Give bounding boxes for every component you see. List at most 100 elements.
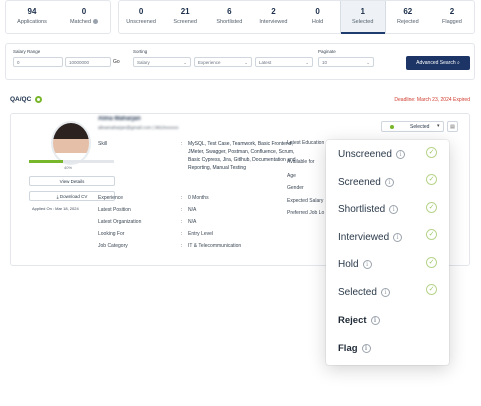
paginate-value: 10: [322, 60, 328, 65]
search-icon: ⌕: [457, 60, 460, 66]
check-circle-icon: ✓: [426, 147, 437, 158]
menu-item-label: Unscreened: [338, 149, 392, 160]
info-icon[interactable]: i: [384, 177, 394, 187]
experience-value: 0 Months: [188, 195, 209, 201]
tab-rejected[interactable]: 62 Rejected: [386, 1, 430, 33]
sorting-label: Sorting: [133, 49, 148, 54]
tab-interviewed[interactable]: 2 Interviewed: [251, 1, 295, 33]
stat-count: 6: [227, 7, 232, 16]
stat-label: Rejected: [396, 19, 419, 25]
check-circle-icon: ✓: [426, 229, 437, 240]
latest-org-label: Latest Organization: [98, 219, 142, 225]
info-icon[interactable]: i: [395, 149, 405, 159]
candidate-avatar: [51, 121, 91, 165]
separator: :: [181, 207, 183, 213]
status-value: Selected: [410, 124, 430, 130]
menu-item-unscreened[interactable]: Unscreened i: [338, 149, 405, 160]
tab-flagged[interactable]: 2 Flagged: [430, 1, 474, 33]
experience-label: Experience: [98, 195, 124, 201]
looking-for-value: Entry Level: [188, 231, 214, 237]
stat-label: Shortlisted: [216, 19, 243, 25]
info-icon[interactable]: i: [393, 232, 403, 242]
salary-max-input[interactable]: 10000000: [65, 57, 111, 67]
profile-progress-text: 40%: [64, 165, 73, 170]
active-status-icon: [35, 96, 42, 103]
info-icon[interactable]: i: [362, 259, 372, 269]
notes-icon[interactable]: ▤: [447, 121, 458, 132]
job-category-value: IT & Telecommunication: [188, 243, 242, 249]
separator: :: [181, 243, 183, 249]
menu-item-shortlisted[interactable]: Shortlisted i: [338, 204, 399, 215]
menu-item-reject[interactable]: Reject i: [338, 315, 380, 326]
info-icon[interactable]: i: [380, 287, 390, 297]
salary-min-input[interactable]: 0: [13, 57, 63, 67]
menu-item-selected[interactable]: Selected i: [338, 287, 390, 298]
sort-salary-select[interactable]: Salary ⌄: [133, 57, 191, 67]
profile-progress-bar: [29, 160, 114, 163]
profile-progress-fill: [29, 160, 63, 163]
job-title: QA/QC: [10, 96, 32, 103]
status-menu: Unscreened i ✓ Screened i ✓ Shortlisted i ✓…: [326, 140, 449, 365]
separator: :: [181, 141, 183, 147]
sort-latest-select[interactable]: Latest ⌄: [255, 57, 313, 67]
available-for-label: Available for: [287, 159, 315, 165]
menu-item-screened[interactable]: Screened i: [338, 177, 394, 188]
menu-item-interviewed[interactable]: Interviewed i: [338, 232, 403, 243]
latest-org-value: N/A: [188, 219, 197, 225]
status-dropdown-button[interactable]: Selected ▾: [381, 121, 444, 132]
separator: :: [181, 195, 183, 201]
view-details-button[interactable]: View Details: [29, 176, 115, 186]
stat-matched[interactable]: 0 Matched: [58, 1, 110, 33]
looking-for-label: Looking For: [98, 231, 125, 237]
menu-item-hold[interactable]: Hold i: [338, 259, 372, 270]
expected-salary-label: Expected Salary: [287, 198, 324, 204]
skill-value: MySQL, Test Case, Teamwork, Basic Fronte…: [188, 141, 296, 171]
sort-salary-value: Salary: [137, 60, 150, 65]
chevron-down-icon: ⌄: [183, 60, 187, 65]
status-dot-icon: [390, 125, 394, 129]
stat-label: Interviewed: [259, 19, 288, 25]
stats-summary-left: 94 Applications 0 Matched: [5, 0, 111, 34]
stat-label: Selected: [351, 19, 374, 25]
advanced-search-button[interactable]: Advanced Search ⌕: [406, 56, 470, 70]
info-icon[interactable]: i: [389, 204, 399, 214]
candidate-contact: alinamaharjan@gmail.com | 9810xxxxxx: [98, 125, 179, 130]
preferred-job-location-label: Preferred Job Lo: [287, 210, 325, 216]
stat-label: Hold: [311, 19, 324, 25]
tab-hold[interactable]: 0 Hold: [296, 1, 340, 33]
chevron-down-icon: ⌄: [366, 60, 370, 65]
menu-item-label: Reject: [338, 315, 367, 326]
check-circle-icon: ✓: [426, 284, 437, 295]
caret-down-icon: ▾: [437, 123, 440, 129]
menu-item-label: Flag: [338, 343, 358, 354]
tab-selected[interactable]: 1 Selected: [339, 1, 386, 34]
info-icon[interactable]: i: [361, 343, 371, 353]
tab-unscreened[interactable]: 0 Unscreened: [119, 1, 163, 33]
info-icon[interactable]: [93, 19, 99, 25]
latest-position-label: Latest Position: [98, 207, 131, 213]
stat-count: 1: [360, 7, 365, 16]
go-button[interactable]: Go: [113, 59, 120, 65]
stat-label: Flagged: [441, 19, 462, 25]
sort-experience-value: Experience: [198, 60, 221, 65]
candidate-name[interactable]: Alina Maharjan: [98, 116, 141, 122]
download-cv-label: Download CV: [59, 194, 88, 199]
chevron-down-icon: ⌄: [305, 60, 309, 65]
chevron-down-icon: ⌄: [244, 60, 248, 65]
sort-latest-value: Latest: [259, 60, 272, 65]
stat-count: 0: [81, 7, 87, 16]
stat-count: 94: [27, 7, 37, 16]
stat-applications[interactable]: 94 Applications: [6, 1, 58, 33]
info-icon[interactable]: i: [370, 315, 380, 325]
sort-experience-select[interactable]: Experience ⌄: [194, 57, 252, 67]
skill-label: Skill: [98, 141, 108, 147]
stat-label: Screened: [173, 19, 197, 25]
menu-item-flag[interactable]: Flag i: [338, 343, 371, 354]
gender-label: Gender: [287, 185, 304, 191]
menu-item-label: Shortlisted: [338, 204, 386, 215]
stat-count: 0: [138, 7, 144, 16]
tab-screened[interactable]: 21 Screened: [163, 1, 207, 33]
paginate-select[interactable]: 10 ⌄: [318, 57, 374, 67]
tab-shortlisted[interactable]: 6 Shortlisted: [207, 1, 251, 33]
age-label: Age: [287, 173, 296, 179]
